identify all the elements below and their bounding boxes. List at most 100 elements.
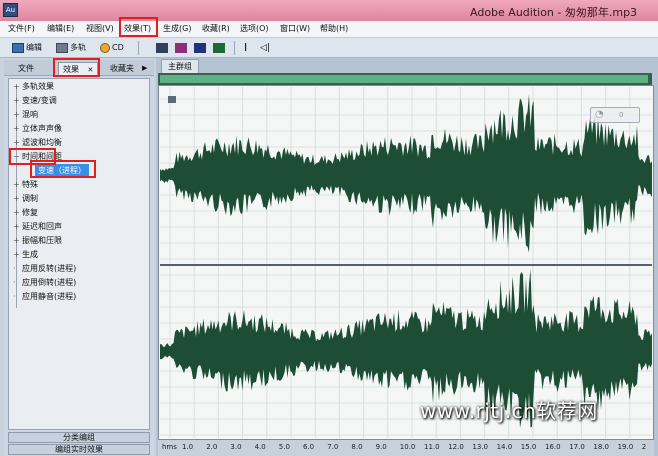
ruler-tick-label: 14.0 — [496, 443, 513, 451]
stretch-highlight — [30, 160, 96, 178]
pan-icon — [194, 42, 206, 53]
effects-menu-highlight — [119, 17, 158, 37]
multitrack-view-button[interactable]: 多轨 — [56, 40, 86, 55]
volume-value: 0 — [619, 111, 624, 119]
tree-item-label: 特殊 — [22, 180, 38, 189]
menu-favorites[interactable]: 收藏(R) — [202, 23, 230, 34]
leaf-line-icon: · — [13, 264, 16, 273]
tree-item[interactable]: + 延迟和回声 — [13, 220, 62, 233]
ruler-tick-label: 10.0 — [399, 443, 416, 451]
tree-item[interactable]: + 调制 — [13, 192, 38, 205]
menu-view[interactable]: 视图(V) — [86, 23, 114, 34]
realtime-group-button[interactable]: 编组实时效果 — [8, 444, 150, 455]
waveform-icon — [12, 42, 24, 53]
expand-icon[interactable]: + — [13, 178, 20, 191]
expand-icon[interactable]: + — [13, 206, 20, 219]
toolbar: 编辑 多轨 CD I ◁| — [0, 38, 658, 58]
menu-help[interactable]: 帮助(H) — [320, 23, 348, 34]
cd-icon — [100, 42, 110, 53]
stereo-icon — [156, 42, 168, 53]
ruler-tick-label: 6.0 — [303, 443, 315, 451]
ibeam-icon: I — [244, 41, 248, 54]
cd-view-button[interactable]: CD — [100, 40, 124, 55]
ruler-tick-label: 1.0 — [182, 443, 194, 451]
waveform-canvas[interactable] — [160, 87, 652, 438]
time-selection-tool[interactable]: I — [244, 40, 247, 55]
ruler-unit: hms — [162, 443, 177, 451]
ruler-tick-label: 7.0 — [327, 443, 339, 451]
toolbar-btn-2[interactable] — [175, 40, 189, 55]
tree-item-label: 应用倒转(进程) — [22, 278, 77, 287]
tab-files[interactable]: 文件 — [14, 62, 38, 75]
tab-main-group[interactable]: 主群组 — [161, 59, 199, 73]
effects-tab-highlight — [53, 58, 100, 77]
expand-icon[interactable]: + — [13, 122, 20, 135]
app-icon: Au — [3, 3, 18, 17]
expand-icon[interactable]: + — [13, 80, 20, 93]
leaf-line-icon: · — [13, 278, 16, 287]
expand-icon[interactable]: + — [13, 248, 20, 261]
expand-icon[interactable]: + — [13, 220, 20, 233]
channel-marker-icon — [168, 96, 176, 103]
overview-range[interactable] — [160, 75, 648, 83]
expand-icon[interactable]: + — [13, 234, 20, 247]
ruler-tick-label: 2 — [641, 443, 647, 451]
tree-item[interactable]: + 变速/变调 — [13, 94, 57, 107]
tree-item[interactable]: + 振幅和压限 — [13, 234, 62, 247]
toolbar-btn-3[interactable] — [194, 40, 208, 55]
tab-favorites[interactable]: 收藏夹 — [106, 62, 138, 75]
tree-item[interactable]: + 多轨效果 — [13, 80, 54, 93]
watermark-text: www.rjtj.cn软荐网 — [420, 399, 598, 423]
ruler-tick-label: 19.0 — [617, 443, 634, 451]
cd-label: CD — [112, 43, 124, 52]
ruler-tick-label: 9.0 — [375, 443, 387, 451]
tree-item[interactable]: + 修复 — [13, 206, 38, 219]
edit-view-button[interactable]: 编辑 — [12, 40, 42, 55]
tree-item[interactable]: · 应用反转(进程) — [13, 262, 76, 275]
ruler-tick-label: 15.0 — [520, 443, 537, 451]
sort-group-button[interactable]: 分类编组 — [8, 432, 150, 443]
menu-window[interactable]: 窗口(W) — [280, 23, 310, 34]
tree-item-label: 变速/变调 — [22, 96, 57, 105]
expand-icon[interactable]: + — [13, 192, 20, 205]
edit-view-label: 编辑 — [26, 43, 42, 52]
toolbar-btn-4[interactable] — [213, 40, 227, 55]
menu-options[interactable]: 选项(O) — [240, 23, 269, 34]
tree-item-label: 调制 — [22, 194, 38, 203]
mini-volume-control[interactable]: ◔ 0 — [590, 107, 640, 123]
ruler-tick-label: 18.0 — [593, 443, 609, 451]
tree-item[interactable]: + 特殊 — [13, 178, 38, 191]
tree-item[interactable]: + 生成 — [13, 248, 38, 261]
menu-generate[interactable]: 生成(G) — [163, 23, 191, 34]
expand-icon[interactable]: + — [13, 108, 20, 121]
tree-item-label: 振幅和压限 — [22, 236, 62, 245]
toolbar-btn-1[interactable] — [156, 40, 170, 55]
tree-item-label: 多轨效果 — [22, 82, 54, 91]
tree-item-label: 应用反转(进程) — [22, 264, 77, 273]
menu-bar: 文件(F) 编辑(E) 视图(V) 效果(T) 生成(G) 收藏(R) 选项(O… — [0, 21, 658, 38]
leaf-line-icon: · — [13, 292, 16, 301]
left-channel-waveform — [160, 94, 652, 253]
ruler-tick-label: 11.0 — [424, 443, 440, 451]
tree-item[interactable]: + 立体声声像 — [13, 122, 62, 135]
scrub-tool[interactable]: ◁| — [260, 40, 270, 55]
phase-icon — [213, 42, 225, 53]
tree-item[interactable]: · 应用静音(进程) — [13, 290, 76, 303]
menu-edit[interactable]: 编辑(E) — [47, 23, 74, 34]
volume-knob-icon[interactable]: ◔ — [595, 109, 604, 120]
multitrack-label: 多轨 — [70, 43, 86, 52]
window-title: Adobe Audition - 匆匆那年.mp3 — [470, 6, 638, 19]
toolbar-separator — [234, 41, 235, 55]
menu-file[interactable]: 文件(F) — [8, 23, 35, 34]
tree-item-label: 延迟和回声 — [22, 222, 62, 231]
ruler-tick-label: 12.0 — [448, 443, 464, 451]
ruler-tick-label: 16.0 — [545, 443, 561, 451]
tree-item[interactable]: + 混响 — [13, 108, 38, 121]
tree-item-label: 立体声声像 — [22, 124, 62, 133]
ruler-tick-label: 17.0 — [569, 443, 585, 451]
tree-item-label: 生成 — [22, 250, 38, 259]
panel-menu-arrow-icon[interactable]: ▶ — [138, 62, 151, 75]
tree-item-label: 应用静音(进程) — [22, 292, 77, 301]
tree-item[interactable]: · 应用倒转(进程) — [13, 276, 76, 289]
expand-icon[interactable]: + — [13, 94, 20, 107]
